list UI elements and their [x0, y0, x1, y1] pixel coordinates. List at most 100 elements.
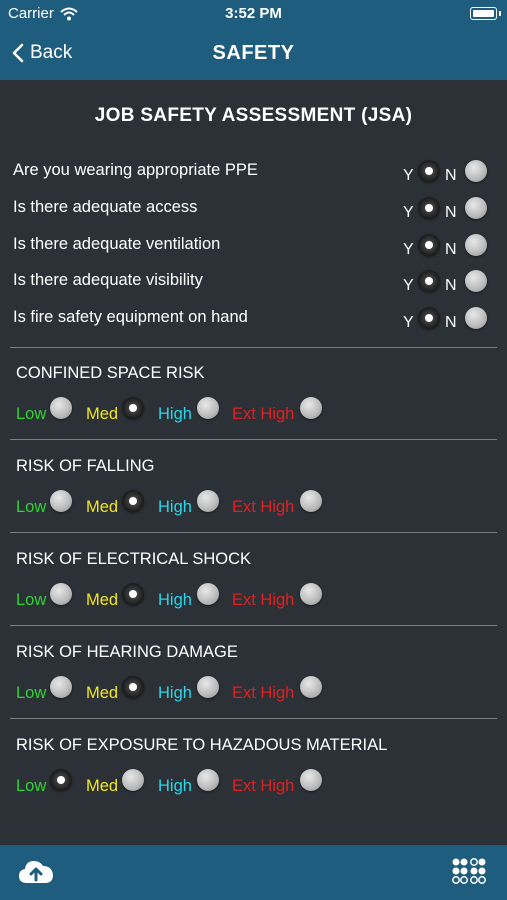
ext-high-radio[interactable] — [300, 676, 322, 698]
section-divider — [10, 625, 497, 626]
no-radio[interactable] — [465, 270, 487, 292]
low-radio[interactable] — [50, 490, 72, 512]
med-radio[interactable] — [122, 490, 144, 512]
high-label: High — [158, 405, 192, 423]
jsa-heading: JOB SAFETY ASSESSMENT (JSA) — [94, 105, 413, 126]
no-label: N — [445, 277, 457, 294]
question-label: Is there adequate visibility — [13, 271, 203, 289]
risk-title: RISK OF ELECTRICAL SHOCK — [16, 550, 252, 568]
risk-title: RISK OF EXPOSURE TO HAZADOUS MATERIAL — [16, 736, 388, 754]
risk-title: RISK OF FALLING — [16, 457, 155, 475]
nav-bar: Back SAFETY — [0, 32, 507, 76]
low-label: Low — [16, 684, 47, 702]
high-radio[interactable] — [197, 583, 219, 605]
yes-no-group: Y N — [403, 268, 493, 298]
ext-high-label: Ext High — [232, 405, 295, 423]
yes-label: Y — [403, 277, 414, 294]
ext-high-radio[interactable] — [300, 769, 322, 791]
yes-radio[interactable] — [418, 270, 440, 292]
risk-section: RISK OF HEARING DAMAGE Low Med High Ext … — [16, 643, 496, 713]
ext-high-label: Ext High — [232, 591, 295, 609]
no-label: N — [445, 241, 457, 258]
yes-no-group: Y N — [403, 195, 493, 225]
question-row: Is there adequate ventilation Y N — [13, 232, 499, 262]
med-radio[interactable] — [122, 583, 144, 605]
med-label: Med — [86, 777, 119, 795]
high-radio[interactable] — [197, 490, 219, 512]
med-radio[interactable] — [122, 676, 144, 698]
no-radio[interactable] — [465, 234, 487, 256]
high-radio[interactable] — [197, 769, 219, 791]
med-label: Med — [86, 684, 119, 702]
yes-radio[interactable] — [418, 307, 440, 329]
question-row: Are you wearing appropriate PPE Y N — [13, 158, 499, 188]
high-label: High — [158, 591, 192, 609]
question-row: Is fire safety equipment on hand Y N — [13, 305, 499, 335]
low-radio[interactable] — [50, 583, 72, 605]
high-label: High — [158, 777, 192, 795]
section-divider — [10, 718, 497, 719]
grid-dots-icon[interactable] — [451, 858, 487, 888]
low-label: Low — [16, 777, 47, 795]
risk-section: CONFINED SPACE RISK Low Med High Ext Hig… — [16, 364, 496, 434]
top-bar: Carrier 3:52 PM Back SAFETY — [0, 0, 507, 80]
med-label: Med — [86, 405, 119, 423]
yes-label: Y — [403, 241, 414, 258]
ext-high-label: Ext High — [232, 684, 295, 702]
med-radio[interactable] — [122, 769, 144, 791]
yes-label: Y — [403, 314, 414, 331]
yes-radio[interactable] — [418, 197, 440, 219]
risk-section: RISK OF ELECTRICAL SHOCK Low Med High Ex… — [16, 550, 496, 620]
ext-high-radio[interactable] — [300, 397, 322, 419]
yes-no-group: Y N — [403, 305, 493, 335]
ext-high-label: Ext High — [232, 498, 295, 516]
page-title: SAFETY — [212, 42, 295, 64]
high-label: High — [158, 498, 192, 516]
yes-label: Y — [403, 204, 414, 221]
ext-high-radio[interactable] — [300, 583, 322, 605]
question-label: Are you wearing appropriate PPE — [13, 161, 258, 179]
no-radio[interactable] — [465, 307, 487, 329]
cloud-upload-icon[interactable] — [18, 857, 54, 887]
med-label: Med — [86, 591, 119, 609]
high-label: High — [158, 684, 192, 702]
question-label: Is fire safety equipment on hand — [13, 308, 248, 326]
question-row: Is there adequate visibility Y N — [13, 268, 499, 298]
risk-section: RISK OF EXPOSURE TO HAZADOUS MATERIAL Lo… — [16, 736, 496, 806]
med-radio[interactable] — [122, 397, 144, 419]
risk-title: RISK OF HEARING DAMAGE — [16, 643, 238, 661]
section-divider — [10, 439, 497, 440]
low-radio[interactable] — [50, 397, 72, 419]
low-label: Low — [16, 405, 47, 423]
yes-label: Y — [403, 167, 414, 184]
section-divider — [10, 532, 497, 533]
no-radio[interactable] — [465, 197, 487, 219]
bottom-toolbar — [0, 845, 507, 900]
no-radio[interactable] — [465, 160, 487, 182]
med-label: Med — [86, 498, 119, 516]
high-radio[interactable] — [197, 676, 219, 698]
low-radio[interactable] — [50, 676, 72, 698]
question-row: Is there adequate access Y N — [13, 195, 499, 225]
question-label: Is there adequate ventilation — [13, 235, 221, 253]
no-label: N — [445, 204, 457, 221]
ext-high-radio[interactable] — [300, 490, 322, 512]
low-radio[interactable] — [50, 769, 72, 791]
high-radio[interactable] — [197, 397, 219, 419]
status-time: 3:52 PM — [225, 5, 282, 22]
risk-section: RISK OF FALLING Low Med High Ext High — [16, 457, 496, 527]
low-label: Low — [16, 498, 47, 516]
no-label: N — [445, 314, 457, 331]
section-divider — [10, 347, 497, 348]
yes-radio[interactable] — [418, 234, 440, 256]
yes-no-group: Y N — [403, 158, 493, 188]
risk-title: CONFINED SPACE RISK — [16, 364, 205, 382]
no-label: N — [445, 167, 457, 184]
question-label: Is there adequate access — [13, 198, 198, 216]
status-bar: Carrier 3:52 PM — [0, 0, 507, 28]
low-label: Low — [16, 591, 47, 609]
battery-icon — [470, 7, 501, 20]
yes-no-group: Y N — [403, 232, 493, 262]
yes-radio[interactable] — [418, 160, 440, 182]
ext-high-label: Ext High — [232, 777, 295, 795]
